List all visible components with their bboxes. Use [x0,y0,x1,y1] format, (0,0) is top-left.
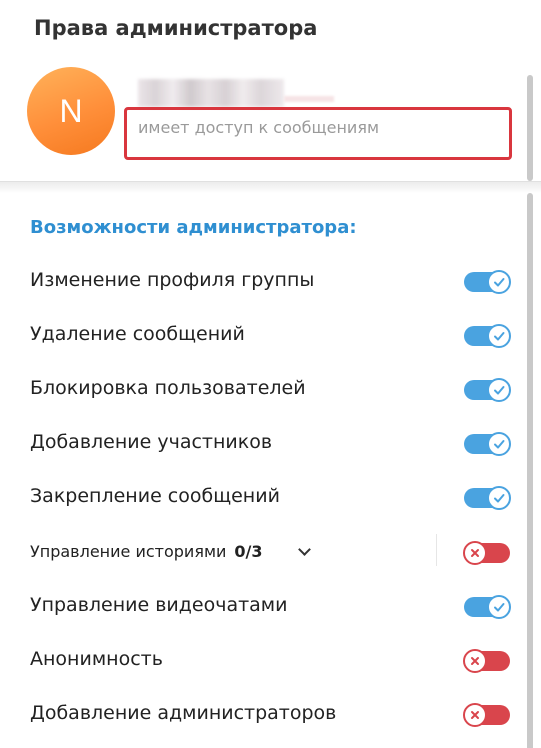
check-icon [487,270,511,294]
toggle-manage-stories[interactable] [463,541,510,565]
permission-row-delete-messages[interactable]: Удаление сообщений [0,315,520,355]
chevron-down-icon[interactable] [298,543,311,556]
page-title: Права администратора [34,16,318,40]
permission-label: Управление историями [30,542,227,561]
permission-label: Блокировка пользователей [30,377,306,399]
check-icon [487,432,511,456]
vertical-separator [436,534,437,566]
check-icon [487,324,511,348]
permission-row-add-admins[interactable]: Добавление администраторов [0,694,520,734]
permission-label: Изменение профиля группы [30,269,315,291]
permission-label: Удаление сообщений [30,323,245,345]
section-title: Возможности администратора: [30,217,357,238]
permission-label: Добавление участников [30,431,273,453]
avatar: N [27,67,115,155]
toggle-change-profile[interactable] [464,270,511,294]
user-status: имеет доступ к сообщениям [138,118,380,137]
permission-label: Управление видеочатами [30,594,288,616]
cross-icon [463,703,487,727]
permission-label: Анонимность [30,648,163,670]
toggle-delete-messages[interactable] [464,324,511,348]
permission-row-pin-messages[interactable]: Закрепление сообщений [0,477,520,517]
scrollbar-top[interactable] [527,75,533,181]
check-icon [487,486,511,510]
permission-row-anonymity[interactable]: Анонимность [0,640,520,680]
cross-icon [463,541,487,565]
permission-label: Добавление администраторов [30,702,337,724]
permission-row-manage-video-chats[interactable]: Управление видеочатами [0,586,520,626]
permission-count: 0/3 [234,542,263,561]
permission-label-group[interactable]: Управление историями 0/3 [30,542,263,561]
permission-row-manage-stories[interactable]: Управление историями 0/3 [0,532,520,572]
toggle-manage-video-chats[interactable] [464,595,511,619]
toggle-ban-users[interactable] [464,378,511,402]
toggle-pin-messages[interactable] [464,486,511,510]
permission-row-ban-users[interactable]: Блокировка пользователей [0,369,520,409]
check-icon [487,595,511,619]
permission-row-change-profile[interactable]: Изменение профиля группы [0,261,520,301]
scrollbar[interactable] [527,193,533,748]
toggle-anonymity[interactable] [463,649,510,673]
cross-icon [463,649,487,673]
permission-label: Закрепление сообщений [30,485,280,507]
blurred-user-name-tail [284,96,334,102]
check-icon [487,378,511,402]
toggle-add-members[interactable] [464,432,511,456]
toggle-add-admins[interactable] [463,703,510,727]
permission-row-add-members[interactable]: Добавление участников [0,423,520,463]
avatar-letter: N [59,92,83,129]
section-divider [0,181,541,193]
blurred-user-name [138,79,284,107]
